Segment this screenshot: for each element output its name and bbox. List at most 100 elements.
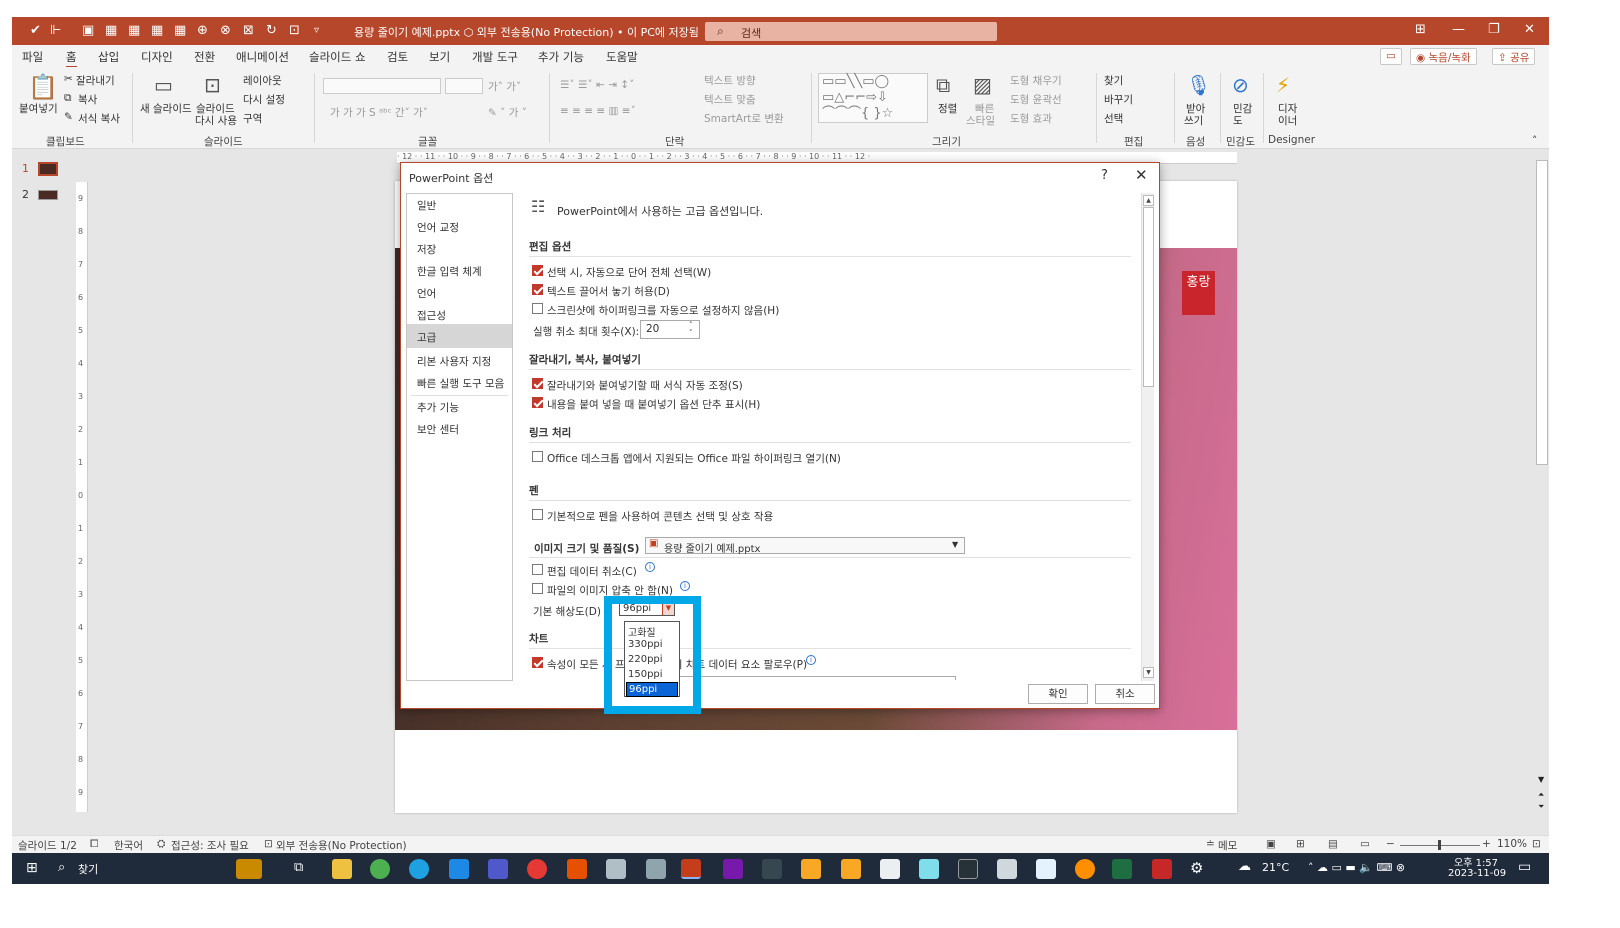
nav-advanced[interactable]: 고급 xyxy=(407,324,512,348)
cut-button[interactable]: 잘라내기 xyxy=(76,73,115,88)
tab-developer[interactable]: 개발 도구 xyxy=(472,49,518,65)
quick-access-icon[interactable]: ▣ xyxy=(82,23,94,38)
reading-view-icon[interactable]: ▤ xyxy=(1328,838,1338,850)
nav-accessibility[interactable]: 접근성 xyxy=(407,304,512,326)
app-icon[interactable] xyxy=(646,859,666,879)
zoom-slider-thumb[interactable] xyxy=(1438,840,1441,850)
prev-slide-icon[interactable]: ⏶ xyxy=(1538,790,1544,800)
designer-icon[interactable]: ⚡ xyxy=(1276,73,1290,97)
layout-button[interactable]: 레이아웃 xyxy=(243,73,282,88)
reuse-slide-icon[interactable]: ⊡ xyxy=(204,73,221,97)
replace-button[interactable]: 바꾸기 xyxy=(1104,92,1133,107)
minimize-icon[interactable]: — xyxy=(1452,22,1465,37)
record-button[interactable]: ◉ 녹음/녹화 xyxy=(1410,48,1477,65)
tray-icons[interactable]: ˄ ☁ ▭ ▬ 🔈 ⌨ ⊗ xyxy=(1308,861,1405,874)
nav-proofing[interactable]: 언어 교정 xyxy=(407,216,512,238)
collapse-ribbon-icon[interactable]: ˄ xyxy=(1532,135,1537,147)
app-icon[interactable] xyxy=(919,859,939,879)
skype-icon[interactable] xyxy=(449,859,469,879)
checkbox-drag-drop[interactable] xyxy=(532,284,543,295)
normal-view-icon[interactable]: ▣ xyxy=(1266,838,1276,850)
clock-time[interactable]: 오후 1:57 xyxy=(1454,854,1498,869)
dialog-scroll-thumb[interactable] xyxy=(1143,207,1154,387)
next-slide-icon[interactable]: ⏷ xyxy=(1538,802,1544,812)
weather-temp[interactable]: 21°C xyxy=(1262,861,1289,874)
ok-button[interactable]: 확인 xyxy=(1028,684,1088,704)
bullets-icons[interactable]: ☰˅ ☰˅ ⇤ ⇥ ↕˅ xyxy=(560,79,634,91)
quick-access-icon[interactable]: ✔ xyxy=(30,23,41,38)
microphone-icon[interactable]: 🎙 xyxy=(1186,73,1211,97)
checkbox-discard-edit-data[interactable] xyxy=(532,564,543,575)
tab-home[interactable]: 홈 xyxy=(66,49,77,68)
reuse-slide-label-2[interactable]: 다시 사용 xyxy=(195,113,237,128)
tab-review[interactable]: 검토 xyxy=(387,49,408,65)
close-window-icon[interactable]: ✕ xyxy=(1524,22,1535,37)
nav-save[interactable]: 저장 xyxy=(407,238,512,260)
taskbar-search[interactable]: 찾기 xyxy=(78,861,98,877)
slide-thumbnail[interactable] xyxy=(38,162,58,176)
tab-help[interactable]: 도움말 xyxy=(606,49,638,65)
zoom-out-icon[interactable]: − xyxy=(1386,838,1395,850)
info-icon[interactable]: i xyxy=(645,562,655,572)
app-icon[interactable] xyxy=(880,859,900,879)
task-view-icon[interactable]: ⧉ xyxy=(294,860,303,875)
tab-design[interactable]: 디자인 xyxy=(141,49,173,65)
cancel-button[interactable]: 취소 xyxy=(1095,684,1155,704)
dictate-label-2[interactable]: 쓰기 xyxy=(1184,113,1203,128)
scroll-down-icon[interactable]: ▼ xyxy=(1143,667,1154,678)
select-button[interactable]: 선택 xyxy=(1104,111,1123,126)
taskbar-app-icon[interactable] xyxy=(236,859,262,879)
shape-fill-button[interactable]: 도형 채우기 xyxy=(1010,73,1062,88)
restore-icon[interactable]: ❐ xyxy=(1488,22,1500,37)
sensitivity-label-2[interactable]: 도 xyxy=(1233,113,1243,128)
search-app-icon[interactable] xyxy=(567,859,587,879)
font-name-combo[interactable] xyxy=(323,78,441,94)
quick-style-icon[interactable]: ▨ xyxy=(973,73,992,97)
settings-icon[interactable]: ⚙ xyxy=(1190,859,1203,877)
checkbox-paste-options[interactable] xyxy=(532,397,543,408)
nav-general[interactable]: 일반 xyxy=(407,194,512,216)
text-direction-button[interactable]: 텍스트 방향 xyxy=(704,73,756,88)
notification-icon[interactable]: ▭ xyxy=(1518,859,1531,875)
sensitivity-icon[interactable]: ⊘ xyxy=(1232,73,1249,97)
quick-style-label-2[interactable]: 스타일 xyxy=(966,113,995,128)
accessibility-status[interactable]: 접근성: 조사 필요 xyxy=(171,838,249,853)
zoom-in-icon[interactable]: + xyxy=(1482,838,1491,850)
search-box[interactable]: ⌕ 검색 xyxy=(705,22,997,41)
font-grow-icon[interactable]: 가˄ 가˅ xyxy=(488,79,521,94)
windows-start-icon[interactable]: ⊞ xyxy=(26,860,38,876)
quick-access-icon[interactable]: ⊗ xyxy=(220,23,231,38)
reset-button[interactable]: 다시 설정 xyxy=(243,92,285,107)
undo-count-spinner[interactable]: 20 ˄ ˅ xyxy=(640,320,700,339)
quick-access-icon[interactable]: ▦ xyxy=(128,23,140,38)
explorer-icon[interactable] xyxy=(332,859,352,879)
arrange-icon[interactable]: ⧉ xyxy=(936,73,950,97)
spellcheck-icon[interactable]: ⧠ xyxy=(90,838,98,851)
checkbox-pen[interactable] xyxy=(532,509,543,520)
teams-icon[interactable] xyxy=(488,859,508,879)
nav-quick-access[interactable]: 빠른 실행 도구 모음 xyxy=(407,372,512,394)
font-size-combo[interactable] xyxy=(445,78,483,94)
checkbox-smart-cut[interactable] xyxy=(532,378,543,389)
quick-access-icon[interactable]: ⊡ xyxy=(289,23,300,38)
slide-thumbnail[interactable] xyxy=(38,190,58,200)
tab-insert[interactable]: 삽입 xyxy=(98,49,119,65)
smartart-button[interactable]: SmartArt로 변환 xyxy=(704,111,784,126)
nav-korean-ime[interactable]: 한글 입력 체계 xyxy=(407,260,512,282)
app-icon[interactable] xyxy=(958,859,978,879)
format-painter-button[interactable]: 서식 복사 xyxy=(78,111,120,126)
protection-status[interactable]: 외부 전송용(No Protection) xyxy=(276,838,407,853)
align-icons[interactable]: ≡ ≡ ≡ ≡ ▥ ≡˅ xyxy=(560,105,636,117)
sorter-view-icon[interactable]: ⊞ xyxy=(1296,838,1305,850)
quick-access-icon[interactable]: ▦ xyxy=(174,23,186,38)
spinner-arrows-icon[interactable]: ˄ ˅ xyxy=(689,321,693,337)
checkbox-no-compress[interactable] xyxy=(532,583,543,594)
zoom-level[interactable]: 110% xyxy=(1497,838,1527,850)
quick-access-icon[interactable]: ⊠ xyxy=(243,23,254,38)
new-slide-button[interactable]: 새 슬라이드 xyxy=(140,101,192,116)
app-icon[interactable] xyxy=(1036,859,1056,879)
powerpoint-icon[interactable] xyxy=(681,859,701,879)
excel-icon[interactable] xyxy=(1112,859,1132,879)
new-slide-icon[interactable]: ▭ xyxy=(154,73,173,97)
document-title[interactable]: 용량 줄이기 예제.pptx ⬡ 외부 전송용(No Protection) •… xyxy=(354,24,712,40)
